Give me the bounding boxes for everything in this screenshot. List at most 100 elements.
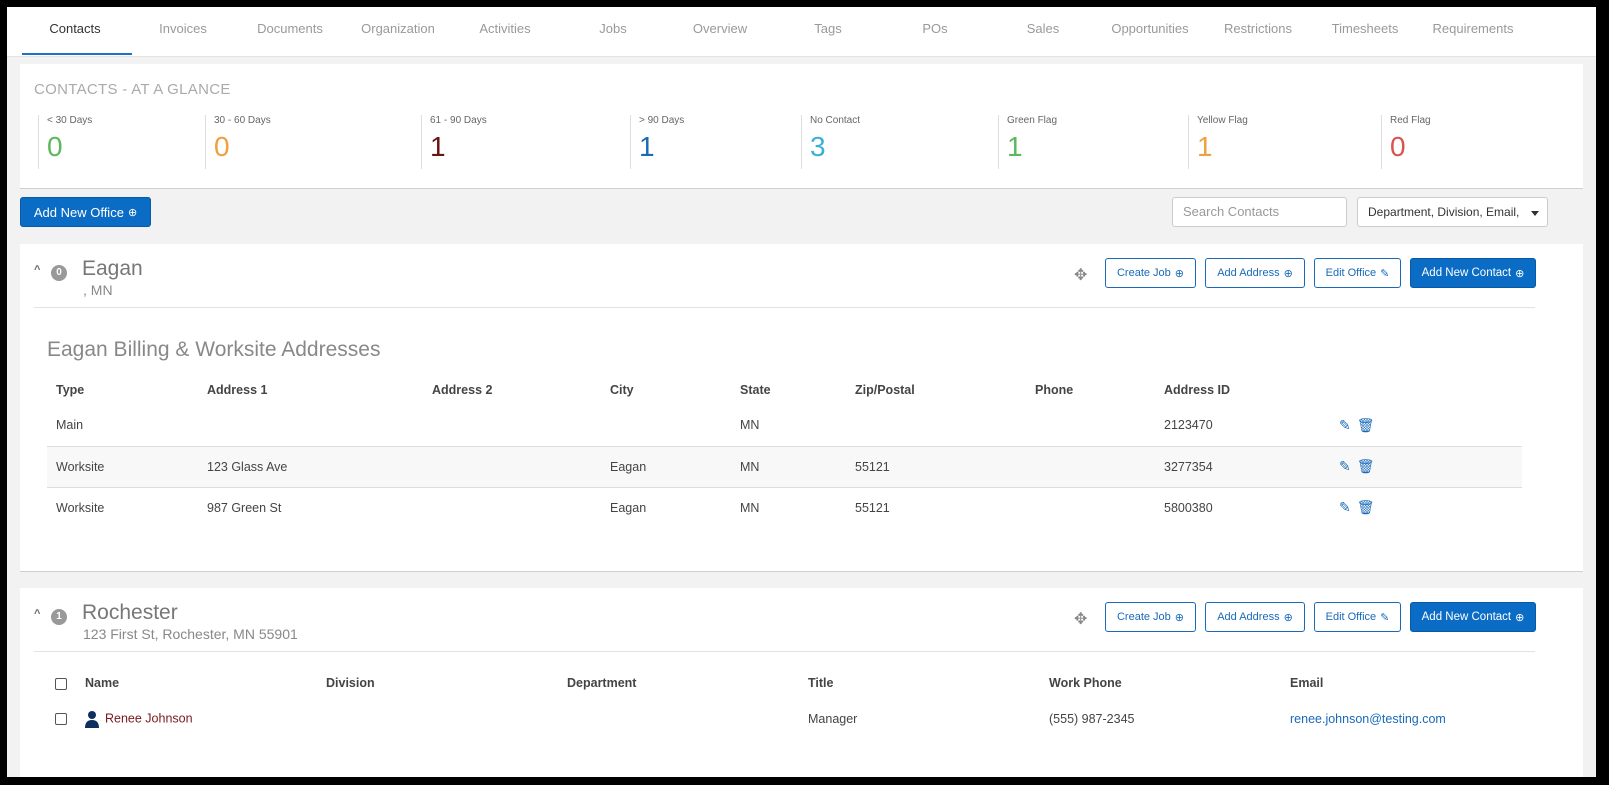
- name-cell: Renee Johnson: [85, 698, 326, 739]
- select-cell: [55, 698, 85, 739]
- cell: MN: [740, 445, 855, 487]
- add-new-contact-label: Add New Contact: [1421, 267, 1512, 279]
- stat-green-flag[interactable]: Green Flag 1: [998, 115, 1057, 169]
- select-all-checkbox[interactable]: [55, 677, 67, 690]
- trash-icon[interactable]: 🗑: [1357, 499, 1375, 515]
- stat-value: 3: [810, 131, 826, 162]
- add-new-contact-button[interactable]: Add New Contact ⊕: [1410, 258, 1536, 288]
- stat-label: No Contact: [810, 115, 861, 126]
- stat-over-90-days[interactable]: > 90 Days 1: [630, 115, 684, 169]
- office-name: Rochester: [82, 601, 178, 624]
- cell: [855, 405, 1035, 446]
- col-title: Title: [808, 676, 834, 690]
- col-state: State: [740, 383, 771, 397]
- trash-icon[interactable]: 🗑: [1357, 417, 1375, 433]
- search-fields-dropdown[interactable]: Department, Division, Email,: [1357, 197, 1548, 227]
- office-subtitle: 123 First St, Rochester, MN 55901: [83, 626, 298, 642]
- add-address-button[interactable]: Add Address ⊕: [1205, 258, 1305, 288]
- cell: [610, 405, 740, 446]
- stat-value: 1: [639, 131, 655, 162]
- cell: Eagan: [610, 486, 740, 528]
- chevron-up-icon[interactable]: ^: [34, 264, 40, 276]
- plus-circle-icon: ⊕: [1283, 267, 1293, 280]
- plus-circle-icon: ⊕: [1174, 611, 1185, 624]
- create-job-button[interactable]: Create Job ⊕: [1105, 258, 1196, 288]
- col-phone: Phone: [1035, 383, 1074, 397]
- cell: Worksite: [47, 445, 207, 487]
- table-row: Worksite 987 Green St Eagan MN 55121 580…: [47, 486, 1522, 528]
- tab-timesheets[interactable]: Timesheets: [1310, 21, 1420, 36]
- col-division: Division: [326, 676, 375, 690]
- cell: [432, 445, 610, 487]
- glance-title: CONTACTS - AT A GLANCE: [34, 81, 231, 98]
- contact-name-link[interactable]: Renee Johnson: [105, 711, 193, 725]
- move-icon[interactable]: ✥: [1074, 265, 1087, 285]
- tab-restrictions[interactable]: Restrictions: [1203, 21, 1313, 36]
- cell: Main: [56, 418, 84, 433]
- tab-overview[interactable]: Overview: [665, 21, 775, 36]
- trash-icon[interactable]: 🗑: [1357, 458, 1375, 474]
- tab-sales[interactable]: Sales: [988, 21, 1098, 36]
- stat-label: Green Flag: [1007, 115, 1058, 126]
- table-row: Main MN 2123470 ✎ 🗑: [47, 405, 1522, 446]
- app-frame: Contacts Invoices Documents Organization…: [7, 7, 1596, 777]
- cell: 55121: [855, 445, 1035, 487]
- col-work-phone: Work Phone: [1049, 676, 1122, 690]
- edit-office-button[interactable]: Edit Office ✎: [1314, 258, 1401, 288]
- tab-invoices[interactable]: Invoices: [128, 21, 238, 36]
- edit-icon[interactable]: ✎: [1339, 458, 1351, 474]
- cell: [326, 698, 567, 739]
- chevron-up-icon[interactable]: ^: [34, 608, 40, 620]
- stat-value: 1: [1007, 131, 1023, 162]
- edit-icon: ✎: [1380, 267, 1390, 280]
- tab-tags[interactable]: Tags: [773, 21, 883, 36]
- tab-jobs[interactable]: Jobs: [558, 21, 668, 36]
- tab-pos[interactable]: POs: [880, 21, 990, 36]
- cell: Eagan: [610, 445, 740, 487]
- tab-documents[interactable]: Documents: [235, 21, 345, 36]
- tab-activities[interactable]: Activities: [450, 21, 560, 36]
- tab-contacts[interactable]: Contacts: [20, 21, 130, 36]
- cell: MN: [740, 418, 760, 433]
- stat-red-flag[interactable]: Red Flag 0: [1381, 115, 1431, 169]
- addresses-table: Type Address 1 Address 2 City State Zip/…: [47, 375, 1522, 528]
- search-contacts-input[interactable]: Search Contacts: [1172, 197, 1347, 227]
- office-badge: 1: [51, 609, 67, 625]
- cell: [1035, 445, 1164, 487]
- office-subtitle: , MN: [83, 282, 113, 298]
- create-job-button[interactable]: Create Job ⊕: [1105, 602, 1196, 632]
- email-link[interactable]: renee.johnson@testing.com: [1290, 712, 1446, 726]
- add-new-office-button[interactable]: Add New Office ⊕: [20, 197, 151, 227]
- row-actions: ✎ 🗑: [1339, 405, 1522, 446]
- cell: Worksite: [47, 486, 207, 528]
- edit-icon[interactable]: ✎: [1339, 417, 1351, 433]
- add-new-contact-button[interactable]: Add New Contact ⊕: [1410, 602, 1536, 632]
- cell: 987 Green St: [207, 486, 432, 528]
- cell: 5800380: [1164, 486, 1339, 528]
- table-row: Worksite 123 Glass Ave Eagan MN 55121 32…: [47, 445, 1522, 487]
- stat-30-60-days[interactable]: 30 - 60 Days 0: [205, 115, 271, 169]
- tab-organization[interactable]: Organization: [343, 21, 453, 36]
- tab-requirements[interactable]: Requirements: [1418, 21, 1528, 36]
- person-icon: [85, 710, 99, 728]
- col-type: Type: [56, 383, 85, 397]
- col-zip: Zip/Postal: [855, 383, 915, 397]
- row-checkbox[interactable]: [55, 713, 67, 726]
- stat-label: Red Flag: [1390, 115, 1431, 126]
- cell: [432, 486, 610, 528]
- move-icon[interactable]: ✥: [1074, 609, 1087, 629]
- stat-no-contact[interactable]: No Contact 3: [801, 115, 860, 169]
- stat-61-90-days[interactable]: 61 - 90 Days 1: [421, 115, 487, 169]
- edit-icon[interactable]: ✎: [1339, 499, 1351, 515]
- plus-circle-icon: ⊕: [1515, 611, 1525, 624]
- stat-label: < 30 Days: [47, 115, 93, 126]
- add-address-button[interactable]: Add Address ⊕: [1205, 602, 1305, 632]
- stat-yellow-flag[interactable]: Yellow Flag 1: [1188, 115, 1248, 169]
- edit-icon: ✎: [1380, 611, 1390, 624]
- cell: Manager: [808, 711, 858, 726]
- edit-office-button[interactable]: Edit Office ✎: [1314, 602, 1401, 632]
- tab-opportunities[interactable]: Opportunities: [1095, 21, 1205, 36]
- stat-under-30-days[interactable]: < 30 Days 0: [38, 115, 92, 169]
- table-header-row: Name Division Department Title Work Phon…: [55, 668, 1525, 698]
- divider: [34, 307, 1535, 308]
